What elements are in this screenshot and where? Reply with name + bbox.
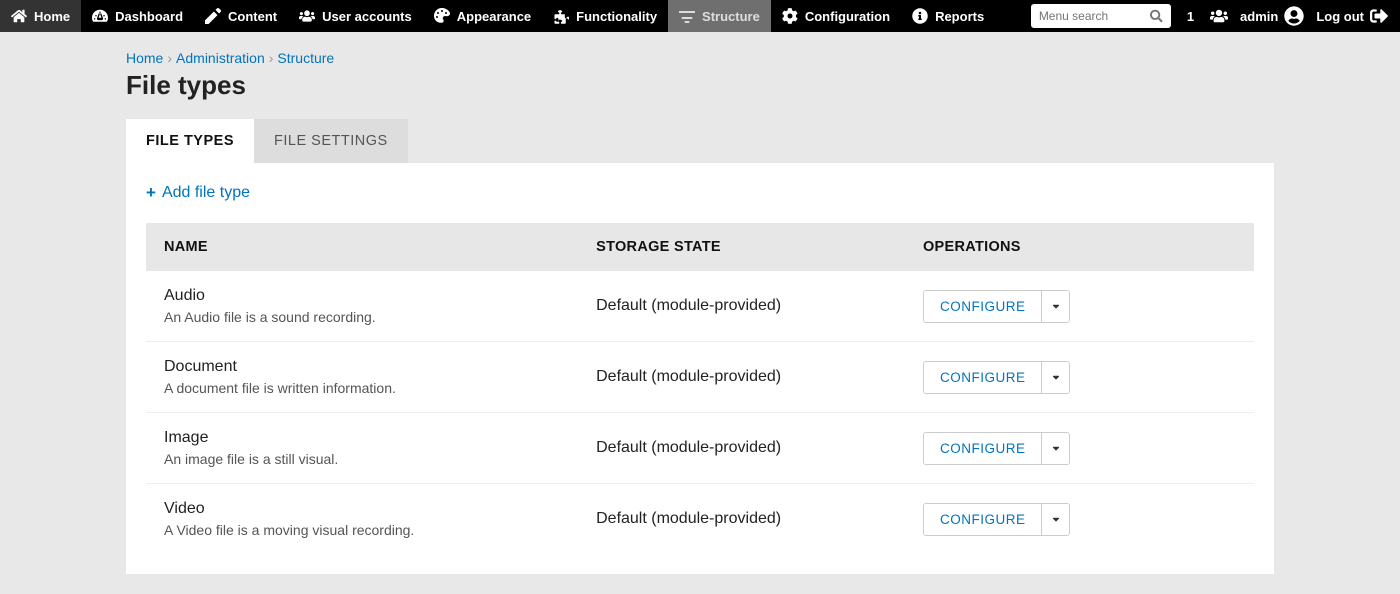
caret-down-icon (1051, 443, 1061, 453)
admin-item-user-accounts[interactable]: User accounts (288, 0, 423, 32)
type-name: Document (164, 358, 560, 376)
storage-state: Default (module-provided) (578, 271, 905, 342)
admin-item-label: User accounts (322, 9, 412, 24)
col-header-name: NAME (146, 223, 578, 271)
operations-dropdown: CONFIGURE (923, 290, 1071, 323)
operations-dropdown: CONFIGURE (923, 432, 1071, 465)
house-icon (11, 8, 27, 24)
plus-icon: + (146, 183, 156, 203)
admin-item-configuration[interactable]: Configuration (771, 0, 901, 32)
caret-down-icon (1051, 372, 1061, 382)
logout-label: Log out (1316, 9, 1364, 24)
admin-item-dashboard[interactable]: Dashboard (81, 0, 194, 32)
type-description: A Video file is a moving visual recordin… (164, 522, 560, 538)
col-header-operations: OPERATIONS (905, 223, 1254, 271)
operations-toggle[interactable] (1041, 433, 1069, 464)
add-file-type-link[interactable]: + Add file type (146, 183, 1254, 203)
users-icon (299, 8, 315, 24)
admin-item-label: Home (34, 9, 70, 24)
admin-item-functionality[interactable]: Functionality (542, 0, 668, 32)
breadcrumb-separator: › (265, 50, 278, 66)
caret-down-icon (1051, 514, 1061, 524)
puzzle-icon (553, 8, 569, 24)
tab-file-settings[interactable]: FILE SETTINGS (254, 119, 408, 163)
configure-button[interactable]: CONFIGURE (924, 433, 1042, 464)
gauge-icon (92, 8, 108, 24)
configure-button[interactable]: CONFIGURE (924, 291, 1042, 322)
menu-search[interactable] (1031, 4, 1171, 28)
configure-button[interactable]: CONFIGURE (924, 504, 1042, 535)
admin-item-content[interactable]: Content (194, 0, 288, 32)
type-name: Video (164, 500, 560, 518)
admin-item-label: Configuration (805, 9, 890, 24)
type-description: A document file is written information. (164, 380, 560, 396)
operations-dropdown: CONFIGURE (923, 503, 1071, 536)
page-title: File types (126, 70, 1274, 101)
storage-state: Default (module-provided) (578, 484, 905, 555)
type-description: An image file is a still visual. (164, 451, 560, 467)
admin-item-reports[interactable]: Reports (901, 0, 995, 32)
user-count[interactable]: 1 (1183, 9, 1198, 24)
operations-toggle[interactable] (1041, 291, 1069, 322)
type-description: An Audio file is a sound recording. (164, 309, 560, 325)
admin-item-structure[interactable]: Structure (668, 0, 771, 32)
palette-icon (434, 8, 450, 24)
table-row: Audio An Audio file is a sound recording… (146, 271, 1254, 342)
admin-toolbar-left: Home Dashboard Content User accounts Appeara… (0, 0, 995, 32)
storage-state: Default (module-provided) (578, 342, 905, 413)
info-icon (912, 8, 928, 24)
type-name: Image (164, 429, 560, 447)
admin-item-label: Appearance (457, 9, 531, 24)
admin-item-label: Structure (702, 9, 760, 24)
admin-item-appearance[interactable]: Appearance (423, 0, 542, 32)
users-icon[interactable] (1210, 7, 1228, 25)
operations-dropdown: CONFIGURE (923, 361, 1071, 394)
table-row: Image An image file is a still visual. D… (146, 413, 1254, 484)
admin-toolbar: Home Dashboard Content User accounts Appeara… (0, 0, 1400, 32)
breadcrumb-administration[interactable]: Administration (176, 50, 265, 66)
breadcrumb: Home›Administration›Structure (126, 50, 1274, 66)
table-row: Document A document file is written info… (146, 342, 1254, 413)
table-row: Video A Video file is a moving visual re… (146, 484, 1254, 555)
operations-toggle[interactable] (1041, 504, 1069, 535)
current-user[interactable]: admin (1240, 6, 1304, 26)
file-types-table: NAME STORAGE STATE OPERATIONS Audio An A… (146, 223, 1254, 554)
main-panel: + Add file type NAME STORAGE STATE OPERA… (126, 163, 1274, 574)
logout-link[interactable]: Log out (1316, 7, 1388, 25)
admin-item-label: Content (228, 9, 277, 24)
gear-icon (782, 8, 798, 24)
operations-toggle[interactable] (1041, 362, 1069, 393)
type-name: Audio (164, 287, 560, 305)
add-file-type-label: Add file type (162, 184, 250, 202)
breadcrumb-structure[interactable]: Structure (277, 50, 334, 66)
menu-search-input[interactable] (1039, 9, 1150, 23)
configure-button[interactable]: CONFIGURE (924, 362, 1042, 393)
admin-toolbar-right: 1 admin Log out (1031, 0, 1400, 32)
breadcrumb-separator: › (163, 50, 176, 66)
caret-down-icon (1051, 301, 1061, 311)
admin-item-label: Functionality (576, 9, 657, 24)
admin-item-home[interactable]: Home (0, 0, 81, 32)
user-circle-icon (1284, 6, 1304, 26)
storage-state: Default (module-provided) (578, 413, 905, 484)
col-header-storage: STORAGE STATE (578, 223, 905, 271)
admin-item-label: Dashboard (115, 9, 183, 24)
page-body: Home›Administration›Structure File types… (0, 32, 1400, 594)
tab-file-types[interactable]: FILE TYPES (126, 119, 254, 163)
pencil-icon (205, 8, 221, 24)
search-icon (1150, 9, 1163, 23)
admin-item-label: Reports (935, 9, 984, 24)
breadcrumb-home[interactable]: Home (126, 50, 163, 66)
user-name: admin (1240, 9, 1278, 24)
sort-icon (679, 8, 695, 24)
tabs: FILE TYPESFILE SETTINGS (126, 119, 1274, 163)
logout-icon (1370, 7, 1388, 25)
